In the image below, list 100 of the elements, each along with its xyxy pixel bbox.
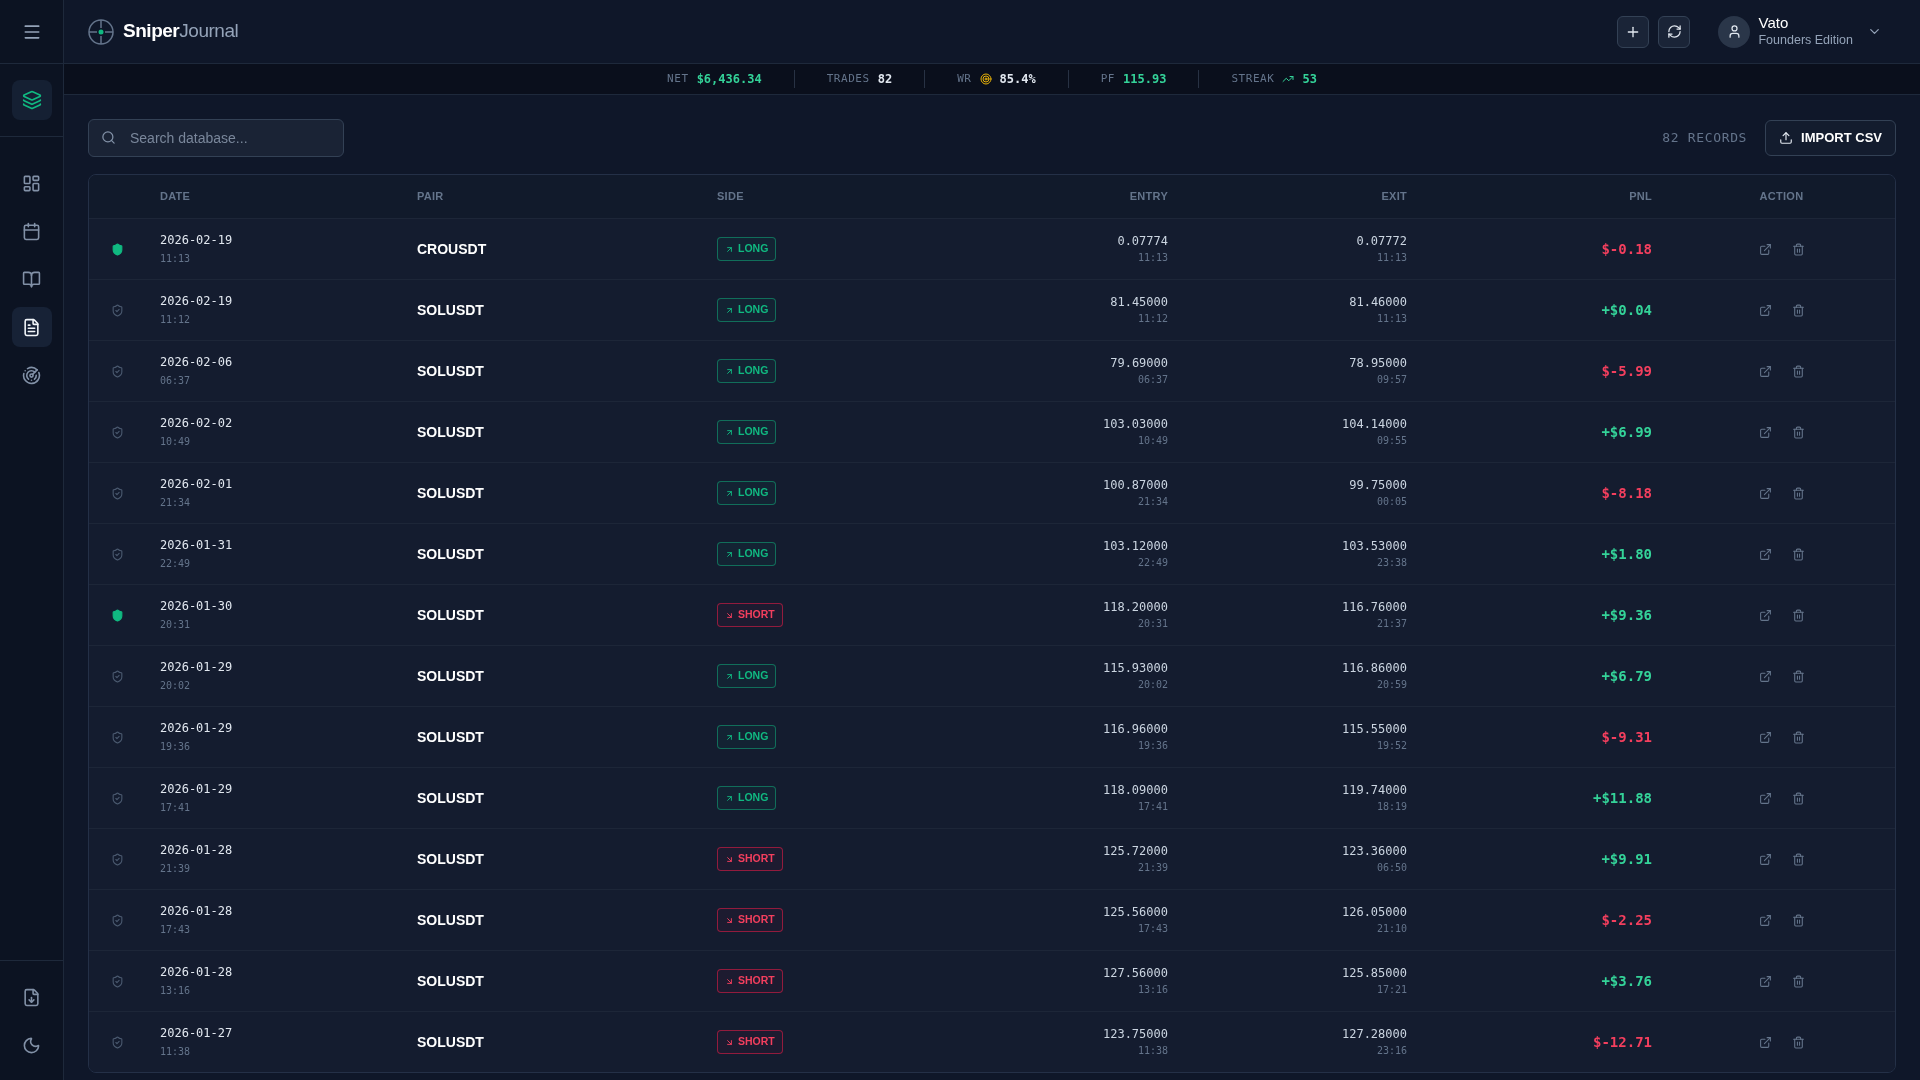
time-text: 11:38 <box>160 1047 191 1057</box>
shield-check-icon[interactable] <box>111 1035 124 1049</box>
external-link-icon[interactable] <box>1758 669 1772 683</box>
shield-check-icon[interactable] <box>111 364 124 378</box>
workspace-button[interactable] <box>11 80 52 120</box>
document-icon <box>22 317 41 337</box>
time-text: 11:13 <box>1376 253 1407 263</box>
price-text: 119.74000 <box>1341 784 1407 796</box>
arrow-down-right-icon <box>725 915 734 925</box>
price-text: 118.09000 <box>1102 784 1168 796</box>
trash-icon[interactable] <box>1791 974 1805 988</box>
external-link-icon[interactable] <box>1758 547 1772 561</box>
arrow-up-right-icon <box>725 671 734 681</box>
external-link-icon[interactable] <box>1758 852 1772 866</box>
price-text: 127.56000 <box>1102 967 1168 979</box>
trash-icon[interactable] <box>1791 303 1805 317</box>
date-text: 2026-01-29 <box>160 722 233 734</box>
external-link-icon[interactable] <box>1758 608 1772 622</box>
refresh-button[interactable] <box>1658 15 1691 48</box>
external-link-icon[interactable] <box>1758 242 1772 256</box>
price-text: 0.07772 <box>1356 235 1407 247</box>
trash-icon[interactable] <box>1791 242 1805 256</box>
external-link-icon[interactable] <box>1758 1035 1772 1049</box>
price-text: 118.20000 <box>1102 601 1168 613</box>
price-text: 78.95000 <box>1349 357 1407 369</box>
stat-label: STREAK <box>1231 70 1275 87</box>
date-text: 2026-01-29 <box>160 661 233 673</box>
time-text: 21:37 <box>1376 619 1407 629</box>
trash-icon[interactable] <box>1791 669 1805 683</box>
side-badge: SHORT <box>717 908 783 932</box>
shield-check-icon[interactable] <box>111 852 124 866</box>
arrow-up-right-icon <box>725 427 734 437</box>
price-text: 126.05000 <box>1341 906 1407 918</box>
shield-check-icon[interactable] <box>111 669 124 683</box>
arrow-up-right-icon <box>725 732 734 742</box>
side-badge: LONG <box>717 298 777 322</box>
pair-text: SOLUSDT <box>417 605 484 625</box>
shield-icon[interactable] <box>111 242 124 256</box>
shield-check-icon[interactable] <box>111 913 124 927</box>
add-button[interactable] <box>1617 15 1650 48</box>
shield-check-icon[interactable] <box>111 303 124 317</box>
moon-icon <box>22 1035 41 1055</box>
price-text: 104.14000 <box>1341 418 1407 430</box>
trash-icon[interactable] <box>1791 425 1805 439</box>
trash-icon[interactable] <box>1791 913 1805 927</box>
avatar-icon[interactable] <box>1718 15 1751 48</box>
trash-icon[interactable] <box>1791 486 1805 500</box>
date-text: 2026-01-28 <box>160 844 233 856</box>
side-badge: LONG <box>717 542 777 566</box>
import-csv-button[interactable]: IMPORT CSV <box>1765 120 1896 156</box>
shield-icon[interactable] <box>111 608 124 622</box>
price-text: 115.93000 <box>1102 662 1168 674</box>
shield-check-icon[interactable] <box>111 486 124 500</box>
trash-icon[interactable] <box>1791 547 1805 561</box>
external-link-icon[interactable] <box>1758 303 1772 317</box>
time-text: 21:34 <box>160 498 191 508</box>
pnl-text: +$6.99 <box>1601 422 1652 442</box>
pair-text: SOLUSDT <box>417 788 484 808</box>
pnl-text: +$1.80 <box>1601 544 1652 564</box>
pair-text: CROUSDT <box>417 239 487 259</box>
trash-icon[interactable] <box>1791 791 1805 805</box>
external-link-icon[interactable] <box>1758 364 1772 378</box>
external-link-icon[interactable] <box>1758 791 1772 805</box>
nav-button[interactable] <box>11 307 52 347</box>
price-text: 127.28000 <box>1341 1028 1407 1040</box>
arrow-up-right-icon <box>725 244 734 254</box>
time-text: 10:49 <box>160 437 191 447</box>
external-link-icon[interactable] <box>1758 486 1772 500</box>
shield-check-icon[interactable] <box>111 974 124 988</box>
search-field[interactable]: Search database... <box>88 119 344 157</box>
column-header: ENTRY <box>1129 189 1168 205</box>
column-header: DATE <box>160 189 191 205</box>
time-text: 11:13 <box>1137 253 1168 263</box>
date-text: 2026-02-01 <box>160 478 233 490</box>
external-link-icon[interactable] <box>1758 974 1772 988</box>
external-link-icon[interactable] <box>1758 913 1772 927</box>
table-row[interactable]: 2026-01-27 11:38 SOLUSDT SHORT 123.75000 11:38 127.28000 23:16 $-12.71 <box>89 1011 1895 1072</box>
trash-icon[interactable] <box>1791 852 1805 866</box>
pair-text: SOLUSDT <box>417 910 484 930</box>
trash-icon[interactable] <box>1791 364 1805 378</box>
trash-icon[interactable] <box>1791 730 1805 744</box>
external-link-icon[interactable] <box>1758 425 1772 439</box>
trend-up-icon <box>1282 73 1295 85</box>
trash-icon[interactable] <box>1791 1035 1805 1049</box>
trash-icon[interactable] <box>1791 608 1805 622</box>
price-text: 103.03000 <box>1102 418 1168 430</box>
side-badge: LONG <box>717 725 777 749</box>
side-badge: LONG <box>717 786 777 810</box>
stat-label: TRADES <box>826 70 870 87</box>
arrow-up-right-icon <box>725 305 734 315</box>
time-text: 21:39 <box>160 864 191 874</box>
time-text: 11:13 <box>160 254 191 264</box>
shield-check-icon[interactable] <box>111 791 124 805</box>
pnl-text: $-2.25 <box>1601 910 1652 930</box>
shield-check-icon[interactable] <box>111 547 124 561</box>
external-link-icon[interactable] <box>1758 730 1772 744</box>
pnl-text: +$11.88 <box>1593 788 1652 808</box>
shield-check-icon[interactable] <box>111 730 124 744</box>
time-text: 21:39 <box>1137 863 1168 873</box>
shield-check-icon[interactable] <box>111 425 124 439</box>
